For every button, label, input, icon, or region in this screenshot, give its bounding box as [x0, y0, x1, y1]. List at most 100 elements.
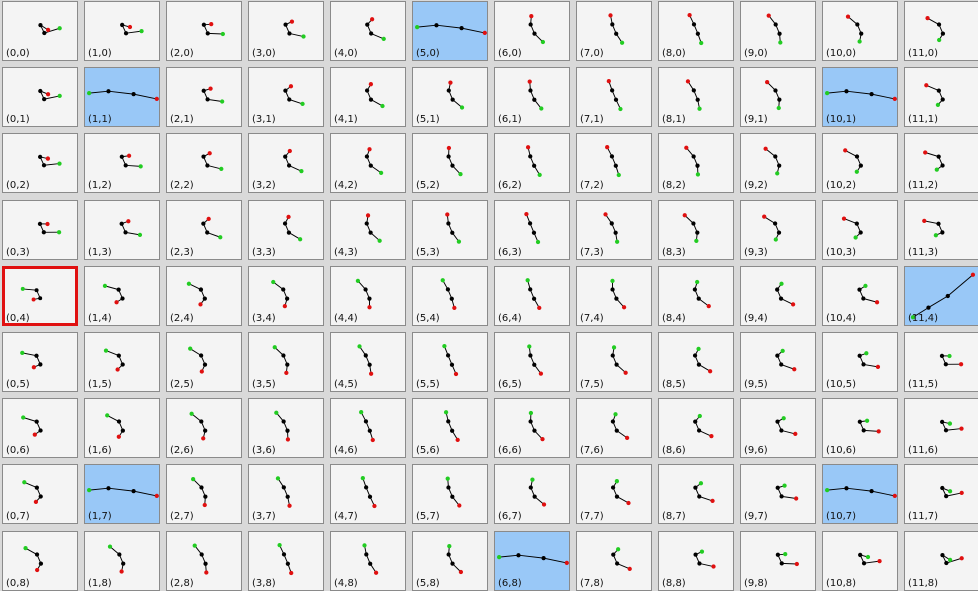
pose-cell-10-0[interactable]: (10,0): [822, 1, 898, 61]
pose-cell-8-8[interactable]: (8,8): [658, 530, 734, 591]
pose-cell-0-5[interactable]: (0,5): [2, 332, 78, 392]
pose-cell-0-4[interactable]: (0,4): [2, 265, 78, 326]
pose-cell-9-8[interactable]: (9,8): [740, 530, 816, 591]
pose-cell-8-4[interactable]: (8,4): [658, 265, 734, 326]
pose-cell-3-3[interactable]: (3,3): [248, 199, 324, 260]
pose-cell-9-7[interactable]: (9,7): [740, 464, 816, 525]
pose-cell-11-4[interactable]: (11,4): [904, 265, 978, 326]
pose-cell-8-2[interactable]: (8,2): [658, 133, 734, 194]
pose-cell-11-6[interactable]: (11,6): [904, 398, 978, 459]
pose-cell-0-7[interactable]: (0,7): [2, 464, 78, 525]
pose-cell-4-7[interactable]: (4,7): [330, 464, 406, 525]
pose-cell-1-2[interactable]: (1,2): [84, 133, 160, 194]
pose-cell-2-4[interactable]: (2,4): [166, 265, 242, 326]
pose-cell-5-5[interactable]: (5,5): [412, 332, 488, 392]
pose-cell-2-2[interactable]: (2,2): [166, 133, 242, 194]
pose-cell-10-4[interactable]: (10,4): [822, 265, 898, 326]
pose-cell-4-1[interactable]: (4,1): [330, 67, 406, 128]
pose-cell-2-6[interactable]: (2,6): [166, 398, 242, 459]
pose-cell-3-5[interactable]: (3,5): [248, 332, 324, 392]
pose-cell-5-2[interactable]: (5,2): [412, 133, 488, 194]
pose-cell-6-2[interactable]: (6,2): [494, 133, 570, 194]
pose-cell-6-4[interactable]: (6,4): [494, 265, 570, 326]
pose-cell-6-1[interactable]: (6,1): [494, 67, 570, 128]
pose-cell-3-8[interactable]: (3,8): [248, 530, 324, 591]
pose-cell-9-5[interactable]: (9,5): [740, 332, 816, 392]
pose-cell-9-0[interactable]: (9,0): [740, 1, 816, 61]
pose-cell-1-3[interactable]: (1,3): [84, 199, 160, 260]
pose-cell-2-8[interactable]: (2,8): [166, 530, 242, 591]
pose-cell-7-0[interactable]: (7,0): [576, 1, 652, 61]
pose-cell-6-0[interactable]: (6,0): [494, 1, 570, 61]
pose-cell-2-5[interactable]: (2,5): [166, 332, 242, 392]
pose-cell-2-0[interactable]: (2,0): [166, 1, 242, 61]
pose-cell-11-5[interactable]: (11,5): [904, 332, 978, 392]
pose-cell-4-8[interactable]: (4,8): [330, 530, 406, 591]
pose-cell-5-8[interactable]: (5,8): [412, 530, 488, 591]
pose-cell-10-2[interactable]: (10,2): [822, 133, 898, 194]
pose-cell-5-0[interactable]: (5,0): [412, 1, 488, 61]
pose-cell-7-8[interactable]: (7,8): [576, 530, 652, 591]
pose-cell-3-1[interactable]: (3,1): [248, 67, 324, 128]
pose-cell-8-3[interactable]: (8,3): [658, 199, 734, 260]
pose-cell-0-0[interactable]: (0,0): [2, 1, 78, 61]
pose-cell-9-3[interactable]: (9,3): [740, 199, 816, 260]
pose-cell-10-8[interactable]: (10,8): [822, 530, 898, 591]
pose-cell-5-1[interactable]: (5,1): [412, 67, 488, 128]
pose-cell-3-0[interactable]: (3,0): [248, 1, 324, 61]
pose-cell-11-7[interactable]: (11,7): [904, 464, 978, 525]
pose-cell-8-7[interactable]: (8,7): [658, 464, 734, 525]
pose-cell-11-2[interactable]: (11,2): [904, 133, 978, 194]
pose-cell-10-7[interactable]: (10,7): [822, 464, 898, 525]
pose-cell-10-1[interactable]: (10,1): [822, 67, 898, 128]
pose-cell-7-4[interactable]: (7,4): [576, 265, 652, 326]
pose-cell-6-7[interactable]: (6,7): [494, 464, 570, 525]
pose-cell-7-7[interactable]: (7,7): [576, 464, 652, 525]
pose-cell-5-7[interactable]: (5,7): [412, 464, 488, 525]
pose-cell-11-8[interactable]: (11,8): [904, 530, 978, 591]
pose-cell-5-3[interactable]: (5,3): [412, 199, 488, 260]
pose-cell-6-6[interactable]: (6,6): [494, 398, 570, 459]
pose-cell-2-3[interactable]: (2,3): [166, 199, 242, 260]
pose-cell-4-2[interactable]: (4,2): [330, 133, 406, 194]
pose-cell-1-0[interactable]: (1,0): [84, 1, 160, 61]
pose-cell-2-1[interactable]: (2,1): [166, 67, 242, 128]
pose-cell-8-6[interactable]: (8,6): [658, 398, 734, 459]
pose-cell-11-0[interactable]: (11,0): [904, 1, 978, 61]
pose-cell-4-4[interactable]: (4,4): [330, 265, 406, 326]
pose-cell-11-3[interactable]: (11,3): [904, 199, 978, 260]
pose-cell-6-3[interactable]: (6,3): [494, 199, 570, 260]
pose-cell-3-6[interactable]: (3,6): [248, 398, 324, 459]
pose-cell-8-5[interactable]: (8,5): [658, 332, 734, 392]
pose-cell-1-8[interactable]: (1,8): [84, 530, 160, 591]
pose-cell-6-5[interactable]: (6,5): [494, 332, 570, 392]
pose-cell-0-3[interactable]: (0,3): [2, 199, 78, 260]
pose-cell-7-1[interactable]: (7,1): [576, 67, 652, 128]
pose-cell-1-5[interactable]: (1,5): [84, 332, 160, 392]
pose-cell-1-7[interactable]: (1,7): [84, 464, 160, 525]
pose-cell-0-2[interactable]: (0,2): [2, 133, 78, 194]
pose-cell-9-2[interactable]: (9,2): [740, 133, 816, 194]
pose-cell-6-8[interactable]: (6,8): [494, 530, 570, 591]
pose-cell-0-6[interactable]: (0,6): [2, 398, 78, 459]
pose-cell-4-0[interactable]: (4,0): [330, 1, 406, 61]
pose-cell-10-6[interactable]: (10,6): [822, 398, 898, 459]
pose-cell-8-0[interactable]: (8,0): [658, 1, 734, 61]
pose-cell-1-6[interactable]: (1,6): [84, 398, 160, 459]
pose-cell-3-4[interactable]: (3,4): [248, 265, 324, 326]
pose-cell-2-7[interactable]: (2,7): [166, 464, 242, 525]
pose-cell-7-2[interactable]: (7,2): [576, 133, 652, 194]
pose-cell-7-5[interactable]: (7,5): [576, 332, 652, 392]
pose-cell-10-3[interactable]: (10,3): [822, 199, 898, 260]
pose-cell-3-2[interactable]: (3,2): [248, 133, 324, 194]
pose-cell-3-7[interactable]: (3,7): [248, 464, 324, 525]
pose-cell-8-1[interactable]: (8,1): [658, 67, 734, 128]
pose-cell-9-6[interactable]: (9,6): [740, 398, 816, 459]
pose-cell-11-1[interactable]: (11,1): [904, 67, 978, 128]
pose-cell-1-1[interactable]: (1,1): [84, 67, 160, 128]
pose-cell-1-4[interactable]: (1,4): [84, 265, 160, 326]
pose-cell-7-6[interactable]: (7,6): [576, 398, 652, 459]
pose-cell-7-3[interactable]: (7,3): [576, 199, 652, 260]
pose-cell-9-4[interactable]: (9,4): [740, 265, 816, 326]
pose-cell-0-8[interactable]: (0,8): [2, 530, 78, 591]
